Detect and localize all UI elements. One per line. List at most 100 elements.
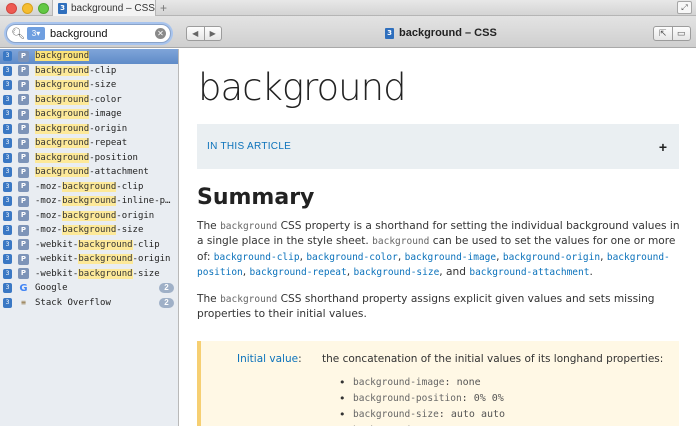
fullscreen-icon[interactable]: ⤢	[677, 1, 692, 14]
result-item[interactable]: 3 Pbackground-attachment	[0, 165, 178, 180]
result-stack-overflow[interactable]: 3 ≡ Stack Overflow 2	[0, 296, 178, 311]
label-suffix: -origin	[89, 123, 128, 134]
property-value: auto auto	[450, 409, 506, 420]
label-prefix: -webkit-	[35, 239, 79, 250]
tab-background-css[interactable]: 3 background – CSS	[52, 0, 156, 16]
result-item[interactable]: 3 Pbackground-clip	[0, 64, 178, 79]
css3-icon: 3	[3, 109, 12, 120]
property-type-icon: P	[18, 253, 29, 265]
link-background-attachment[interactable]: background-attachment	[469, 267, 589, 278]
clear-search-icon[interactable]: ✕	[155, 28, 166, 39]
css3-icon: 3	[3, 65, 12, 76]
result-item[interactable]: 3 P -moz-background-origin	[0, 209, 178, 224]
code-background: background	[220, 221, 278, 232]
result-item[interactable]: 3 Pbackground-origin	[0, 122, 178, 137]
css3-icon: 3	[3, 123, 12, 134]
label-suffix: -size	[116, 225, 144, 236]
css3-icon: 3	[3, 268, 12, 279]
open-in-browser-icon[interactable]: ⇱	[654, 27, 672, 40]
result-item[interactable]: 3 Pbackground-size	[0, 78, 178, 93]
in-this-article-toggle[interactable]: IN THIS ARTICLE +	[197, 124, 679, 169]
css3-icon: 3	[3, 210, 12, 221]
css3-icon: 3	[3, 138, 12, 149]
css3-icon: 3	[3, 254, 12, 265]
docset-scope-icon[interactable]: 3▾	[27, 27, 45, 40]
property-type-icon: P	[18, 210, 29, 222]
toolbar-actions: ⇱ ▭	[653, 26, 691, 41]
in-this-article-label: IN THIS ARTICLE	[207, 141, 292, 152]
css3-icon: 3	[3, 283, 12, 294]
label-match: background	[35, 123, 90, 134]
maximize-window-button[interactable]	[38, 3, 49, 14]
page-title: background	[198, 66, 407, 109]
label-suffix: -attachment	[89, 167, 149, 178]
label-suffix: -position	[89, 152, 138, 163]
label-match: background	[35, 109, 90, 120]
label-suffix: -image	[89, 109, 122, 120]
result-label: Stack Overflow	[35, 297, 111, 308]
results-sidebar: 3 Pbackground 3 Pbackground-clip 3 Pbackgroun…	[0, 49, 179, 426]
results-list: 3 Pbackground 3 Pbackground-clip 3 Pbackgroun…	[0, 49, 178, 281]
result-item[interactable]: 3 P -moz-background-clip	[0, 180, 178, 195]
property-type-icon: P	[18, 224, 29, 236]
css3-icon: 3	[3, 94, 12, 105]
property-type-icon: P	[18, 239, 29, 251]
result-label: -moz-background-inline-p…	[35, 196, 171, 207]
initial-value-link[interactable]: Initial value	[237, 353, 298, 365]
label-suffix: -inline-p…	[116, 196, 171, 207]
code-background: background	[372, 236, 430, 248]
search-input[interactable]: background	[47, 28, 153, 40]
result-item[interactable]: 3 P -webkit-background-clip	[0, 238, 178, 253]
forward-button[interactable]: ▶	[203, 27, 222, 40]
css3-icon: 3	[58, 2, 67, 14]
close-window-button[interactable]	[6, 3, 17, 14]
result-google[interactable]: 3 G Google 2	[0, 281, 178, 296]
property-name: background-image	[353, 377, 445, 388]
result-label: -moz-background-size	[35, 225, 144, 236]
link-background-origin[interactable]: background-origin	[503, 252, 600, 263]
result-item[interactable]: 3 Pbackground-image	[0, 107, 178, 122]
result-label: -moz-background-origin	[35, 210, 155, 221]
result-item[interactable]: 3 Pbackground-color	[0, 93, 178, 108]
result-label: background-size	[35, 80, 116, 91]
link-background-image[interactable]: background-image	[405, 252, 497, 263]
property-type-icon: P	[18, 166, 29, 178]
result-item[interactable]: 3 Pbackground-repeat	[0, 136, 178, 151]
label-suffix: -origin	[116, 210, 155, 221]
css3-icon: 3	[3, 51, 12, 62]
result-item[interactable]: 3 P -moz-background-inline-p…	[0, 194, 178, 209]
initial-value-label[interactable]: Initial value:	[237, 353, 302, 365]
result-item[interactable]: 3 P -webkit-background-size	[0, 267, 178, 282]
result-item[interactable]: 3 Pbackground-position	[0, 151, 178, 166]
link-background-repeat[interactable]: background-repeat	[250, 267, 347, 278]
result-item[interactable]: 3 Pbackground	[0, 49, 178, 64]
property-type-icon: P	[18, 79, 29, 91]
search-icon[interactable]: 🔍︎	[11, 27, 25, 40]
property-type-icon: P	[18, 108, 29, 120]
property-type-icon: P	[18, 50, 29, 62]
back-button[interactable]: ◀	[187, 27, 204, 40]
link-background-size[interactable]: background-size	[354, 267, 440, 278]
result-label: Google	[35, 283, 68, 294]
label-match: background	[78, 239, 133, 250]
search-field[interactable]: 🔍︎ 3▾ background ✕	[6, 24, 171, 43]
css3-icon: 3	[3, 80, 12, 91]
label-prefix: -moz-	[35, 181, 63, 192]
text: The	[197, 220, 221, 232]
result-label: background-image	[35, 109, 122, 120]
expand-icon[interactable]: +	[659, 139, 667, 155]
property-type-icon: P	[18, 181, 29, 193]
link-background-color[interactable]: background-color	[306, 252, 398, 263]
result-item[interactable]: 3 P -webkit-background-origin	[0, 252, 178, 267]
label-match: background	[35, 65, 90, 76]
minimize-window-button[interactable]	[22, 3, 33, 14]
css3-icon: 3	[385, 27, 394, 39]
label-match: background	[35, 152, 90, 163]
new-tab-button[interactable]: +	[160, 1, 167, 15]
bookmarks-icon[interactable]: ▭	[671, 27, 691, 40]
css3-icon: 3	[3, 152, 12, 163]
link-background-clip[interactable]: background-clip	[214, 252, 300, 263]
property-type-icon: P	[18, 94, 29, 106]
result-item[interactable]: 3 P -moz-background-size	[0, 223, 178, 238]
label-match: background	[62, 210, 117, 221]
